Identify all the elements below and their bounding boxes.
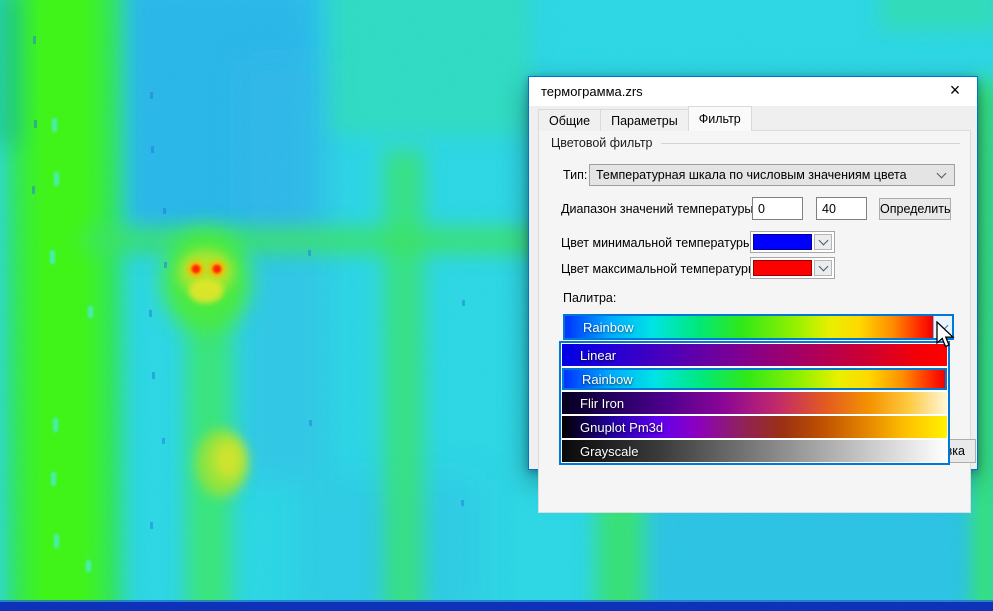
min-color-combobox[interactable] xyxy=(750,231,835,253)
chevron-down-icon xyxy=(818,236,828,246)
palette-dropdown-list: Linear Rainbow Flir Iron Gnuplot Pm3d Gr… xyxy=(559,341,950,465)
min-color-label: Цвет минимальной температуры xyxy=(561,236,752,250)
max-color-combobox[interactable] xyxy=(750,257,835,279)
palette-option-linear[interactable]: Linear xyxy=(562,344,947,366)
palette-option-label: Flir Iron xyxy=(562,396,624,411)
type-label: Тип: xyxy=(563,168,587,182)
max-color-swatch xyxy=(753,260,812,276)
range-max-input[interactable] xyxy=(816,197,867,220)
range-min-input[interactable] xyxy=(752,197,803,220)
tab-strip: Общие Параметры Фильтр xyxy=(538,109,751,131)
tab-general[interactable]: Общие xyxy=(538,109,601,131)
max-color-dropdown-button[interactable] xyxy=(814,260,832,276)
palette-option-label: Gnuplot Pm3d xyxy=(562,420,663,435)
desktop: термограмма.zrs × Общие Параметры Фильтр… xyxy=(0,0,993,611)
dialog-titlebar[interactable]: термограмма.zrs × xyxy=(529,77,977,106)
color-filter-group-header: Цветовой фильтр xyxy=(551,136,960,150)
define-button[interactable]: Определить xyxy=(879,198,951,220)
palette-option-label: Rainbow xyxy=(564,372,633,387)
close-icon[interactable]: × xyxy=(933,77,977,106)
type-combobox[interactable]: Температурная шкала по числовым значения… xyxy=(589,164,955,186)
min-color-swatch xyxy=(753,234,812,250)
group-divider xyxy=(661,143,960,144)
max-color-label: Цвет максимальной температуры xyxy=(561,262,757,276)
palette-option-gnuplot-pm3d[interactable]: Gnuplot Pm3d xyxy=(562,416,947,438)
palette-selected-swatch: Rainbow xyxy=(565,316,933,338)
range-label: Диапазон значений температуры: xyxy=(561,202,757,216)
tab-filter[interactable]: Фильтр xyxy=(688,106,752,131)
palette-label: Палитра: xyxy=(563,291,616,305)
group-title: Цветовой фильтр xyxy=(551,136,653,150)
tab-parameters[interactable]: Параметры xyxy=(600,109,689,131)
min-color-dropdown-button[interactable] xyxy=(814,234,832,250)
chevron-down-icon xyxy=(818,262,828,272)
palette-option-rainbow[interactable]: Rainbow xyxy=(562,368,947,390)
chevron-down-icon xyxy=(938,321,948,331)
palette-selected-label: Rainbow xyxy=(565,320,634,335)
palette-combobox[interactable]: Rainbow xyxy=(563,314,954,340)
chevron-down-icon xyxy=(937,169,947,179)
palette-option-label: Linear xyxy=(562,348,616,363)
palette-option-flir-iron[interactable]: Flir Iron xyxy=(562,392,947,414)
type-value: Температурная шкала по числовым значения… xyxy=(590,168,932,182)
dialog-title: термограмма.zrs xyxy=(529,84,643,99)
palette-dropdown-button[interactable] xyxy=(933,316,952,338)
palette-option-label: Grayscale xyxy=(562,444,639,459)
palette-option-grayscale[interactable]: Grayscale xyxy=(562,440,947,462)
properties-dialog: термограмма.zrs × Общие Параметры Фильтр… xyxy=(528,76,978,470)
